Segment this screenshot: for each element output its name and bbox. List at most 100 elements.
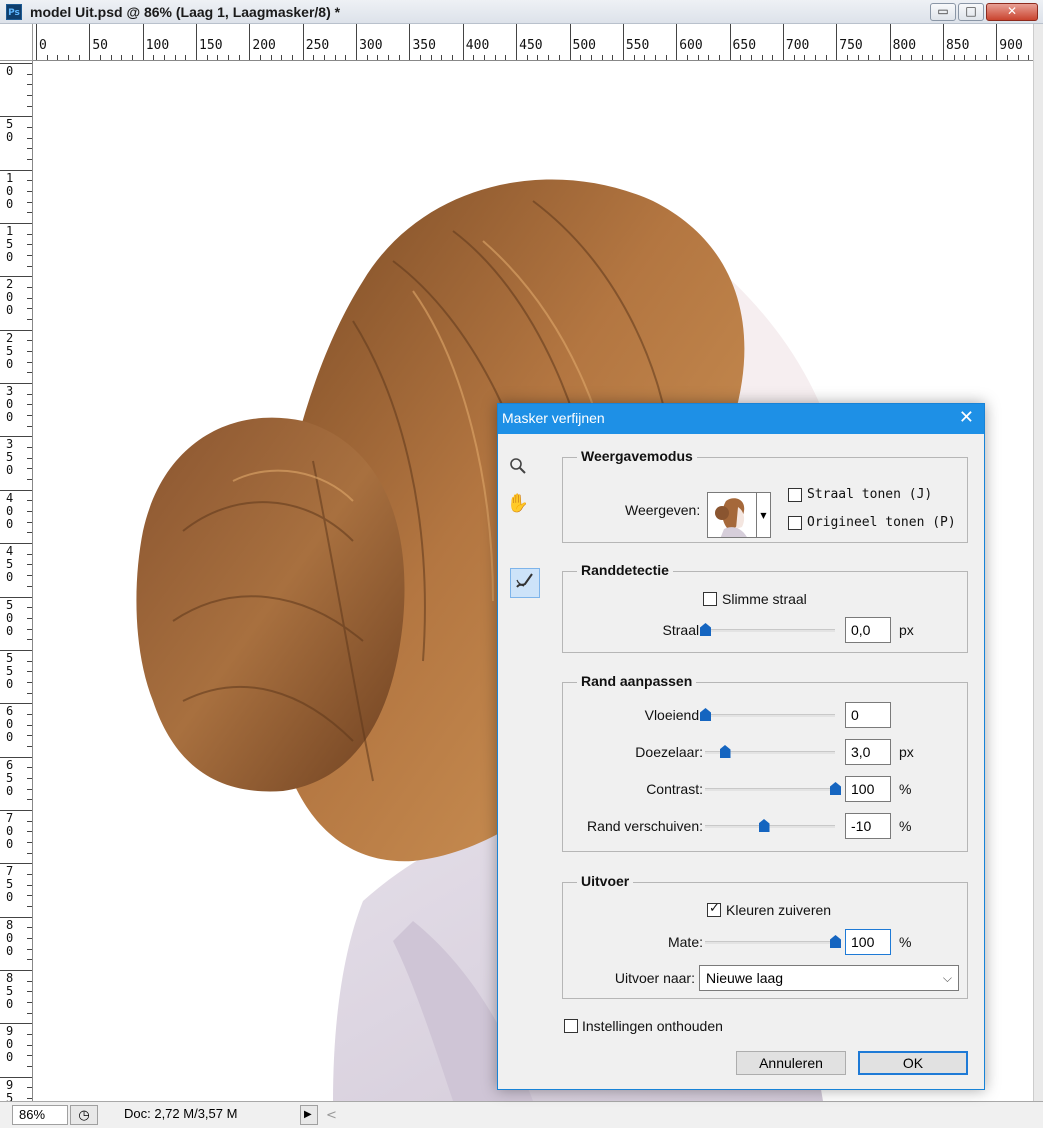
ruler-minor-tick [27, 479, 32, 481]
view-mode-dropdown-icon[interactable]: ▼ [757, 492, 771, 538]
smart-radius-checkbox[interactable] [703, 592, 717, 606]
contrast-slider-thumb[interactable] [830, 782, 841, 795]
smooth-slider-track[interactable] [705, 714, 835, 717]
photoshop-app-icon: Ps [6, 4, 22, 20]
ruler-minor-tick [27, 308, 32, 310]
feather-slider-thumb[interactable] [719, 745, 731, 758]
minimize-button[interactable]: ▭ [930, 3, 956, 21]
close-window-button[interactable]: ✕ [986, 3, 1038, 21]
ruler-major-tick [889, 24, 891, 60]
scroll-left-arrow-icon[interactable]: < [326, 1108, 337, 1123]
feather-input[interactable]: 3,0 [845, 739, 891, 765]
shift-edge-unit: % [899, 818, 912, 834]
ruler-major-tick [0, 436, 32, 438]
view-mode-group: Weergavemodus Weergeven: ▼ Straal tonen … [562, 448, 968, 543]
zoom-level-field[interactable]: 86% [12, 1105, 68, 1125]
ruler-label: 950 [6, 1077, 14, 1101]
shift-edge-input[interactable]: -10 [845, 813, 891, 839]
ruler-minor-tick [526, 55, 528, 60]
ruler-minor-tick [27, 532, 32, 534]
ruler-minor-tick [27, 372, 32, 374]
output-to-value: Nieuwe laag [706, 970, 784, 986]
vertical-scrollbar[interactable] [1033, 24, 1043, 1104]
refine-radius-brush-icon[interactable] [510, 568, 540, 598]
amount-slider-thumb[interactable] [830, 935, 841, 948]
contrast-input[interactable]: 100 [845, 776, 891, 802]
ruler-minor-tick [761, 55, 763, 60]
ruler-major-tick [569, 24, 571, 60]
zoom-icon[interactable] [506, 456, 530, 480]
ruler-minor-tick [27, 959, 32, 961]
amount-slider-track[interactable] [705, 941, 835, 944]
ruler-major-tick [0, 596, 32, 598]
ruler-label: 900 [6, 1024, 14, 1065]
ruler-minor-tick [260, 55, 262, 60]
ruler-label: 50 [92, 38, 108, 53]
shift-edge-slider-thumb[interactable] [758, 819, 770, 832]
dialog-title: Masker verfijnen [502, 410, 605, 426]
ruler-label: 450 [519, 38, 543, 53]
ruler-minor-tick [27, 639, 32, 641]
cancel-button[interactable]: Annuleren [736, 1051, 846, 1075]
ruler-label: 450 [6, 544, 14, 585]
remember-settings-checkbox[interactable] [564, 1019, 578, 1033]
smooth-input[interactable]: 0 [845, 702, 891, 728]
ruler-label: 200 [252, 38, 276, 53]
remember-settings-label: Instellingen onthouden [582, 1018, 723, 1034]
ruler-minor-tick [366, 55, 368, 60]
dialog-title-bar[interactable]: Masker verfijnen ✕ [498, 404, 984, 434]
ruler-origin[interactable] [0, 24, 33, 61]
ruler-minor-tick [27, 73, 32, 75]
amount-input[interactable]: 100 [845, 929, 891, 955]
status-bar: 86% ◷ Doc: 2,72 M/3,57 M ▶ < [0, 1101, 1043, 1128]
show-original-checkbox[interactable] [788, 516, 802, 530]
smart-radius-label: Slimme straal [722, 591, 807, 607]
ok-button[interactable]: OK [858, 1051, 968, 1075]
radius-slider-track[interactable] [705, 629, 835, 632]
ruler-minor-tick [27, 255, 32, 257]
decontaminate-colors-checkbox[interactable] [707, 901, 721, 917]
ruler-major-tick [249, 24, 251, 60]
ruler-major-tick [0, 703, 32, 705]
ruler-minor-tick [420, 55, 422, 60]
ruler-label: 700 [785, 38, 810, 53]
shift-edge-slider-track[interactable] [705, 825, 835, 828]
ruler-major-tick [0, 649, 32, 651]
hand-icon[interactable]: ✋ [506, 492, 530, 516]
ruler-minor-tick [164, 55, 166, 60]
contrast-slider-track[interactable] [705, 788, 835, 791]
edge-detection-legend: Randdetectie [577, 562, 673, 578]
ruler-major-tick [0, 1076, 32, 1078]
ruler-minor-tick [580, 55, 582, 60]
ruler-label: 250 [6, 330, 14, 371]
status-menu-arrow-icon[interactable]: ▶ [300, 1105, 318, 1125]
ruler-minor-tick [857, 55, 859, 60]
ruler-minor-tick [27, 340, 32, 342]
timer-icon[interactable]: ◷ [70, 1105, 98, 1125]
ruler-minor-tick [708, 55, 710, 60]
show-radius-checkbox[interactable] [788, 488, 802, 502]
ruler-minor-tick [601, 55, 603, 60]
show-radius-label: Straal tonen (J) [807, 487, 933, 502]
ruler-minor-tick [185, 55, 187, 60]
ruler-minor-tick [590, 55, 592, 60]
ruler-minor-tick [27, 425, 32, 427]
horizontal-ruler[interactable]: 0 50 100 150 200 250 300 350 400 450 500 550 600 650 7… [33, 24, 1033, 61]
view-mode-preview[interactable] [707, 492, 757, 538]
radius-input[interactable]: 0,0 [845, 617, 891, 643]
chevron-down-icon: ⌵ [942, 971, 952, 985]
vertical-ruler[interactable]: 0 50 100 150 200 250 300 350 400 450 500 550 600 650 7… [0, 61, 33, 1101]
amount-unit: % [899, 934, 912, 950]
ruler-minor-tick [27, 777, 32, 779]
maximize-button[interactable]: □ [958, 3, 984, 21]
document-size-info: Doc: 2,72 M/3,57 M [124, 1106, 238, 1121]
ruler-major-tick [729, 24, 731, 60]
output-to-select[interactable]: Nieuwe laag ⌵ [699, 965, 959, 991]
ruler-major-tick [36, 24, 37, 60]
ruler-minor-tick [921, 55, 923, 60]
dialog-close-icon[interactable]: ✕ [959, 407, 974, 429]
ruler-label: 350 [412, 38, 436, 53]
ruler-minor-tick [27, 233, 32, 235]
ruler-label: 850 [945, 38, 970, 53]
ruler-label: 800 [6, 917, 14, 958]
